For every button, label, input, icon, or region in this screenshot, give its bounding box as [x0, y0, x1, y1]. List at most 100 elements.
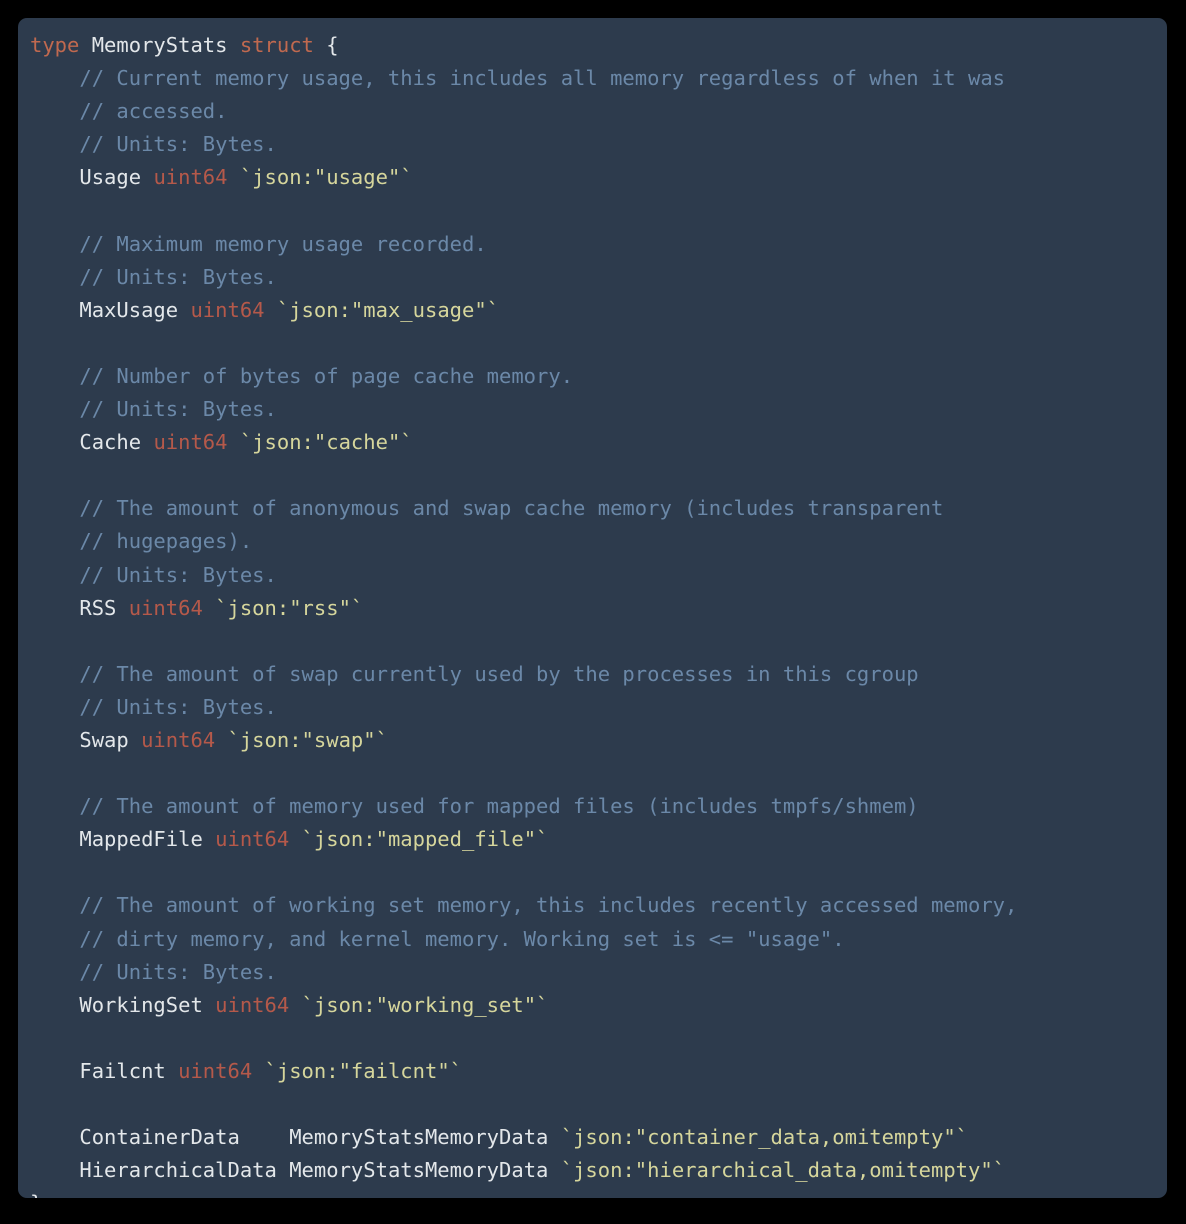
code-token: uint64	[215, 827, 290, 852]
code-token: // Units: Bytes.	[30, 132, 277, 157]
code-token: struct	[239, 33, 314, 57]
code-token: {	[326, 33, 339, 57]
code-line: ​	[30, 459, 1167, 492]
code-token: // Units: Bytes.	[30, 959, 277, 984]
code-line: MappedFile uint64 `json:"mapped_file"`	[30, 823, 1167, 856]
code-token: Swap	[79, 727, 129, 752]
code-token: // The amount of memory used for mapped …	[30, 794, 919, 819]
code-line: // Units: Bytes.	[30, 956, 1167, 989]
code-line: // The amount of anonymous and swap cach…	[30, 492, 1167, 525]
code-token: uint64	[153, 430, 228, 455]
code-token: }	[30, 1191, 42, 1198]
code-line: // accessed.	[30, 95, 1167, 128]
code-line: ​	[30, 625, 1167, 658]
code-line: Cache uint64 `json:"cache"`	[30, 426, 1167, 459]
code-token: MaxUsage	[79, 297, 179, 322]
code-token: // Current memory usage, this includes a…	[30, 66, 1006, 91]
code-token: Usage	[79, 165, 142, 190]
code-token: `json:"rss"`	[215, 595, 364, 620]
code-line: ContainerData MemoryStatsMemoryData `jso…	[30, 1121, 1167, 1154]
code-token: // Number of bytes of page cache memory.	[30, 363, 574, 388]
code-token: // Maximum memory usage recorded.	[30, 231, 487, 256]
code-token: // The amount of swap currently used by …	[30, 661, 919, 686]
code-line: Failcnt uint64 `json:"failcnt"`	[30, 1055, 1167, 1088]
code-token: // Units: Bytes.	[30, 397, 277, 422]
code-line: ​	[30, 757, 1167, 790]
code-line: Swap uint64 `json:"swap"`	[30, 724, 1167, 757]
code-token: `json:"max_usage"`	[276, 297, 500, 322]
code-token: uint64	[128, 595, 203, 620]
code-token: `json:"working_set"`	[301, 992, 549, 1017]
code-line: HierarchicalData MemoryStatsMemoryData `…	[30, 1154, 1167, 1187]
code-token: WorkingSet	[79, 992, 203, 1017]
code-token: MemoryStatsMemoryData	[289, 1125, 549, 1150]
code-token: Cache	[79, 430, 142, 455]
code-line: // Units: Bytes.	[30, 559, 1167, 592]
code-token: `json:"container_data,omitempty"`	[560, 1125, 969, 1150]
code-token: uint64	[153, 165, 228, 190]
code-line: ​	[30, 1088, 1167, 1121]
code-block: type MemoryStats struct { // Current mem…	[18, 18, 1167, 1198]
code-token: // Units: Bytes.	[30, 264, 277, 289]
code-line: // Units: Bytes.	[30, 393, 1167, 426]
code-line: // Units: Bytes.	[30, 691, 1167, 724]
code-token: // Units: Bytes.	[30, 694, 277, 719]
code-token: uint64	[178, 1058, 253, 1083]
code-token: Failcnt	[79, 1058, 166, 1083]
code-line: // Maximum memory usage recorded.	[30, 228, 1167, 261]
code-token: MappedFile	[79, 827, 203, 852]
code-token: RSS	[79, 595, 117, 620]
code-token: // accessed.	[30, 99, 228, 124]
code-line: WorkingSet uint64 `json:"working_set"`	[30, 989, 1167, 1022]
code-token: `json:"failcnt"`	[264, 1058, 463, 1083]
code-line: // The amount of swap currently used by …	[30, 658, 1167, 691]
code-token: // The amount of anonymous and swap cach…	[30, 496, 944, 521]
code-token: // Units: Bytes.	[30, 562, 277, 587]
code-token: `json:"hierarchical_data,omitempty"`	[560, 1158, 1006, 1183]
code-token: // dirty memory, and kernel memory. Work…	[30, 926, 845, 951]
code-line: ​	[30, 194, 1167, 227]
code-token: type	[30, 33, 80, 57]
code-line: ​	[30, 856, 1167, 889]
code-token: `json:"swap"`	[227, 727, 388, 752]
code-line: // The amount of working set memory, thi…	[30, 889, 1167, 922]
code-token: uint64	[190, 297, 265, 322]
code-token: uint64	[141, 727, 216, 752]
code-line: // Units: Bytes.	[30, 261, 1167, 294]
code-token: `json:"cache"`	[239, 430, 413, 455]
code-token: MemoryStats	[91, 33, 228, 57]
code-line: // dirty memory, and kernel memory. Work…	[30, 923, 1167, 956]
code-token: `json:"mapped_file"`	[301, 827, 549, 852]
code-line: RSS uint64 `json:"rss"`	[30, 592, 1167, 625]
code-token: uint64	[215, 992, 290, 1017]
code-token: HierarchicalData	[79, 1158, 277, 1183]
code-line: // Units: Bytes.	[30, 128, 1167, 161]
code-content[interactable]: type MemoryStats struct { // Current mem…	[30, 29, 1167, 1198]
code-line: // The amount of memory used for mapped …	[30, 790, 1167, 823]
